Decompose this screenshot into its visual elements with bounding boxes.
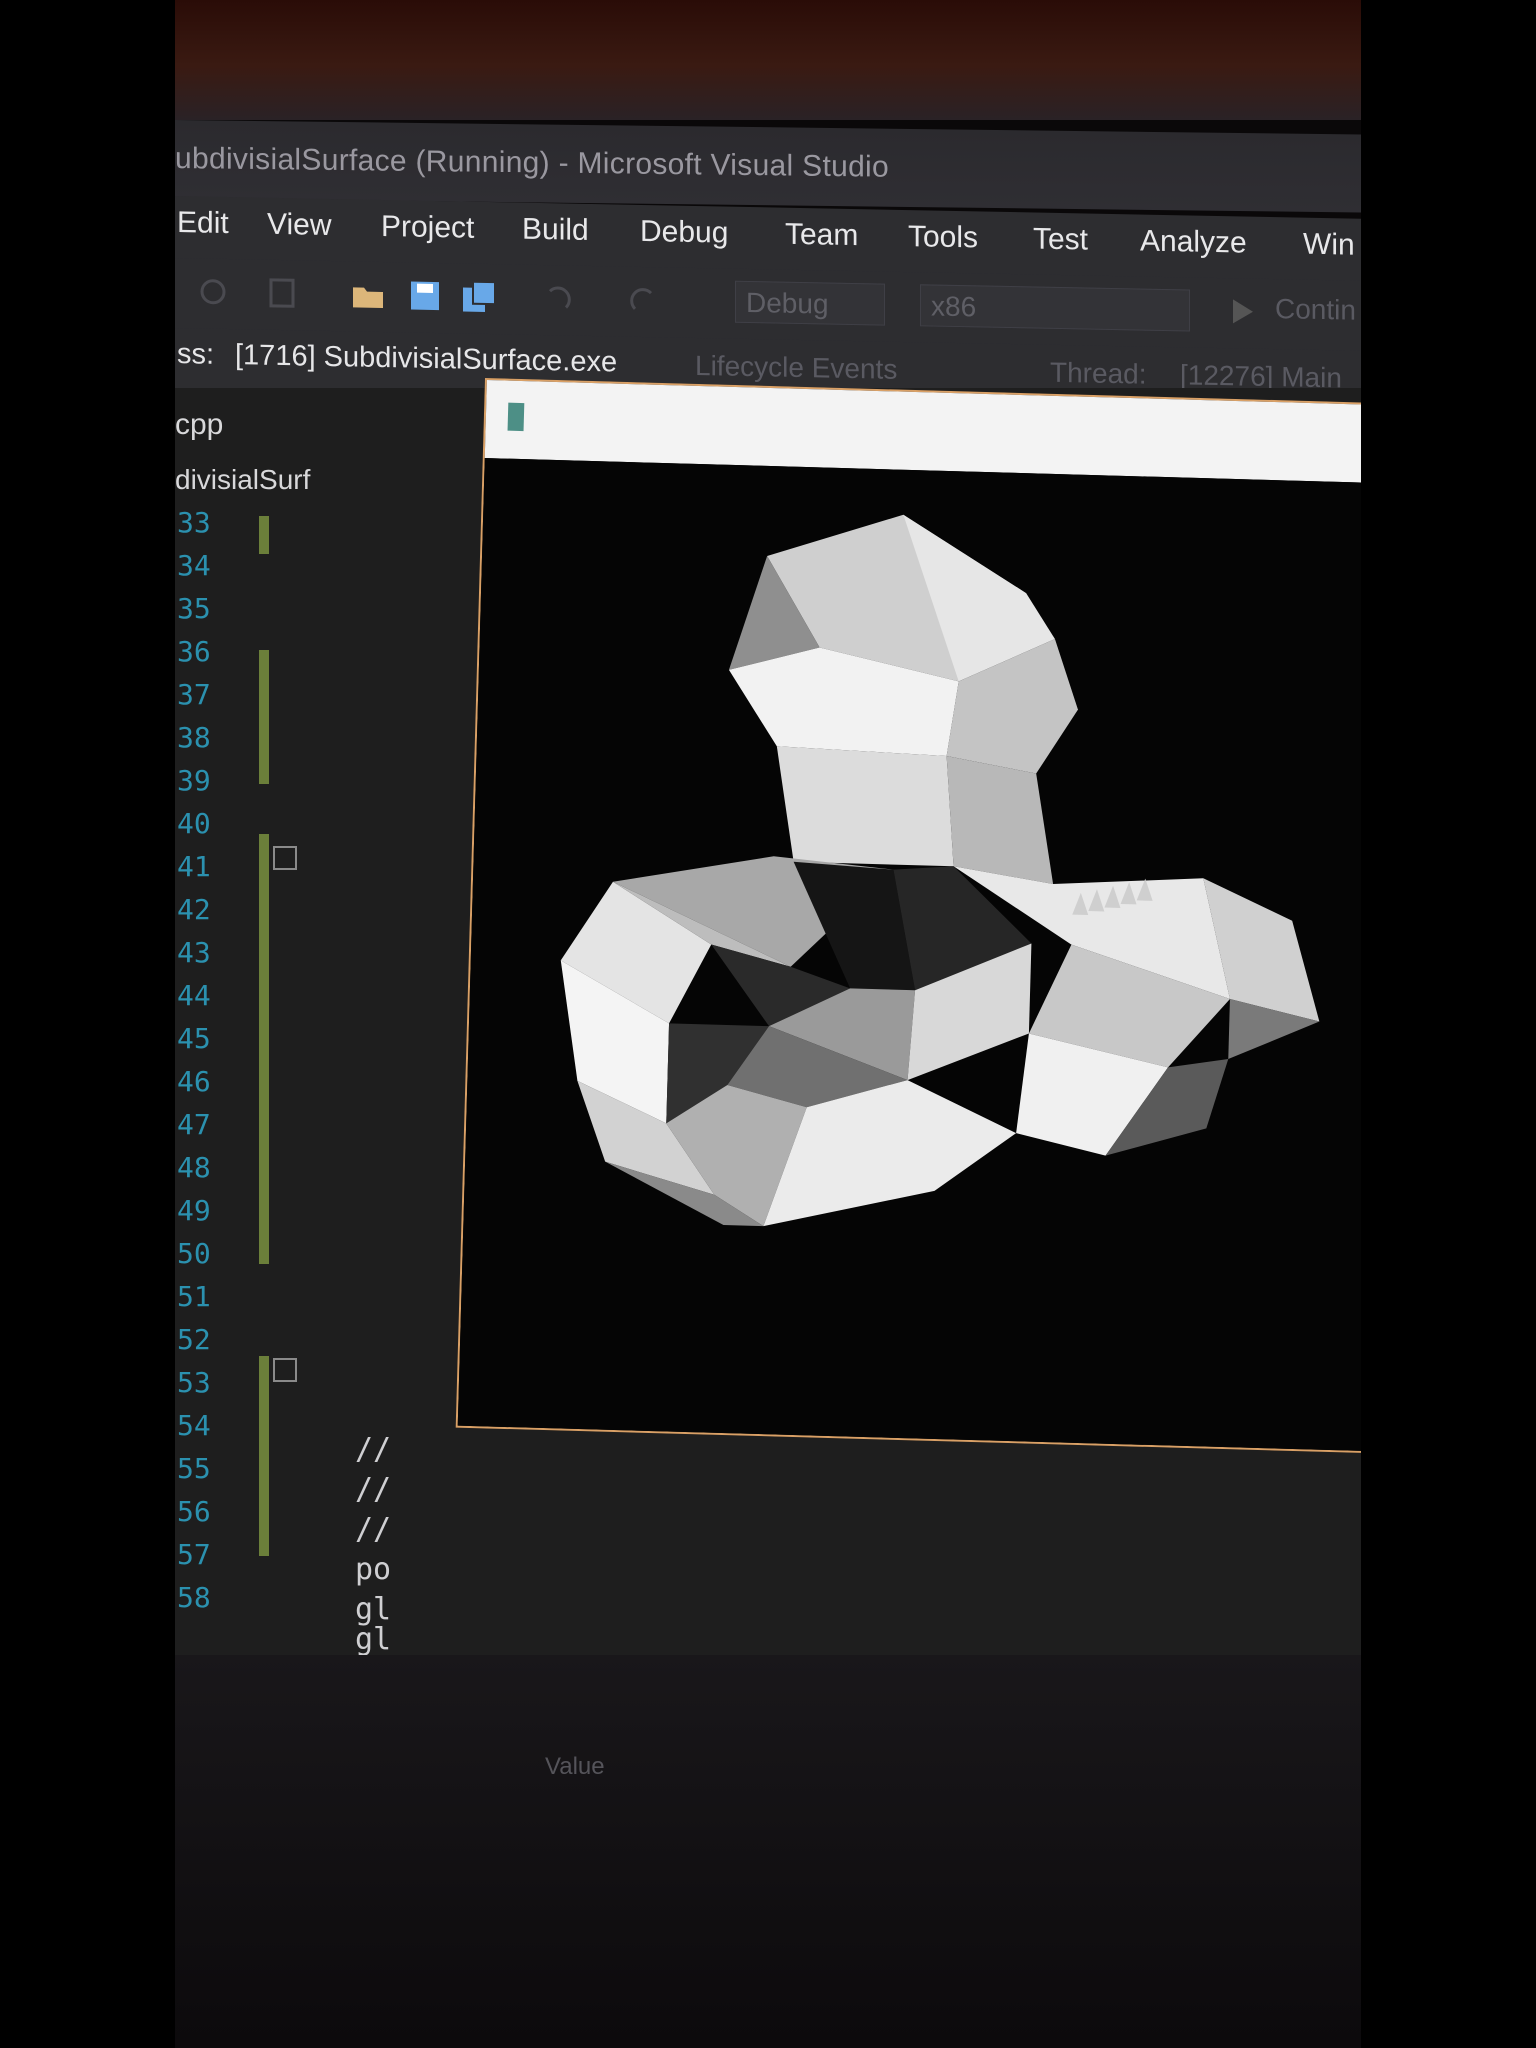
menu-debug[interactable]: Debug <box>640 215 728 251</box>
value-column-header: Value <box>545 1753 605 1780</box>
change-marker <box>259 834 269 1264</box>
line-number-gutter: 33 34 35 36 37 38 39 40 41 42 43 44 45 46 47 48 49 50 51 52… <box>175 506 235 1726</box>
solution-config-dropdown[interactable]: Debug <box>735 280 885 326</box>
collapse-icon[interactable] <box>273 1358 297 1382</box>
line-number: 55 <box>177 1452 211 1485</box>
code-line[interactable]: // <box>355 1512 391 1547</box>
menu-edit[interactable]: Edit <box>177 206 229 241</box>
menu-view[interactable]: View <box>267 208 331 243</box>
document-tab[interactable]: cpp <box>175 408 325 448</box>
line-number: 56 <box>177 1495 211 1528</box>
line-number: 33 <box>177 506 211 539</box>
line-number: 57 <box>177 1538 211 1571</box>
line-number: 51 <box>177 1280 211 1313</box>
line-number: 40 <box>177 807 211 840</box>
lifecycle-events-dropdown[interactable]: Lifecycle Events <box>695 350 897 386</box>
platform-dropdown[interactable]: x86 <box>920 284 1190 332</box>
line-number: 50 <box>177 1237 211 1270</box>
menu-tools[interactable]: Tools <box>908 220 978 255</box>
line-number: 37 <box>177 678 211 711</box>
line-number: 38 <box>177 721 211 754</box>
new-item-icon[interactable] <box>265 276 301 311</box>
line-number: 53 <box>177 1366 211 1399</box>
thread-label: Thread: <box>1050 356 1147 390</box>
menu-project[interactable]: Project <box>381 210 474 246</box>
play-icon[interactable] <box>1225 294 1261 329</box>
menu-team[interactable]: Team <box>785 218 858 253</box>
render-viewport[interactable] <box>457 458 1361 1455</box>
line-number: 34 <box>177 549 211 582</box>
tab-filename: cpp <box>175 408 224 441</box>
mesh-left-lobe <box>560 856 1032 1227</box>
menu-analyze[interactable]: Analyze <box>1140 225 1247 261</box>
navigation-bar[interactable]: divisialSurf <box>175 464 310 496</box>
line-number: 42 <box>177 893 211 926</box>
locals-panel: Value <box>175 1655 1361 2048</box>
line-number: 54 <box>177 1409 211 1442</box>
subdivision-mesh-render <box>560 514 1320 1227</box>
line-number: 36 <box>177 635 211 668</box>
code-line[interactable]: po <box>355 1552 391 1587</box>
menu-test[interactable]: Test <box>1033 222 1088 257</box>
save-icon[interactable] <box>407 278 443 313</box>
change-marker <box>259 650 269 784</box>
undo-icon[interactable] <box>540 281 576 316</box>
menu-window[interactable]: Win <box>1303 228 1355 263</box>
line-number: 39 <box>177 764 211 797</box>
continue-button[interactable]: Contin <box>1275 293 1356 327</box>
change-marker <box>259 1356 269 1556</box>
line-number: 45 <box>177 1022 211 1055</box>
line-number: 46 <box>177 1065 211 1098</box>
code-line[interactable]: gl <box>355 1622 391 1657</box>
collapse-icon[interactable] <box>273 846 297 870</box>
menu-build[interactable]: Build <box>522 213 589 248</box>
line-number: 44 <box>177 979 211 1012</box>
line-number: 58 <box>177 1581 211 1614</box>
line-number: 41 <box>177 850 211 883</box>
process-label: ss: <box>177 338 215 371</box>
change-marker <box>259 516 269 554</box>
opengl-app-window[interactable]: × <box>455 378 1361 1457</box>
line-number: 52 <box>177 1323 211 1356</box>
open-folder-icon[interactable] <box>350 277 386 312</box>
process-dropdown[interactable]: [1716] SubdivisialSurface.exe <box>235 339 617 379</box>
redo-icon[interactable] <box>625 283 661 318</box>
save-all-icon[interactable] <box>461 279 497 314</box>
line-number: 49 <box>177 1194 211 1227</box>
mesh-top-lobe <box>728 514 1078 885</box>
code-line[interactable]: // <box>355 1472 391 1507</box>
monitor-bezel <box>175 0 1361 120</box>
line-number: 35 <box>177 592 211 625</box>
line-number: 47 <box>177 1108 211 1141</box>
monitor-screen: ubdivisialSurface (Running) - Microsoft … <box>175 0 1361 2048</box>
line-number: 48 <box>177 1151 211 1184</box>
code-line[interactable]: // <box>355 1432 391 1467</box>
window-title: ubdivisialSurface (Running) - Microsoft … <box>175 142 889 184</box>
app-icon <box>507 402 525 432</box>
back-icon[interactable] <box>195 274 231 309</box>
line-number: 43 <box>177 936 211 969</box>
